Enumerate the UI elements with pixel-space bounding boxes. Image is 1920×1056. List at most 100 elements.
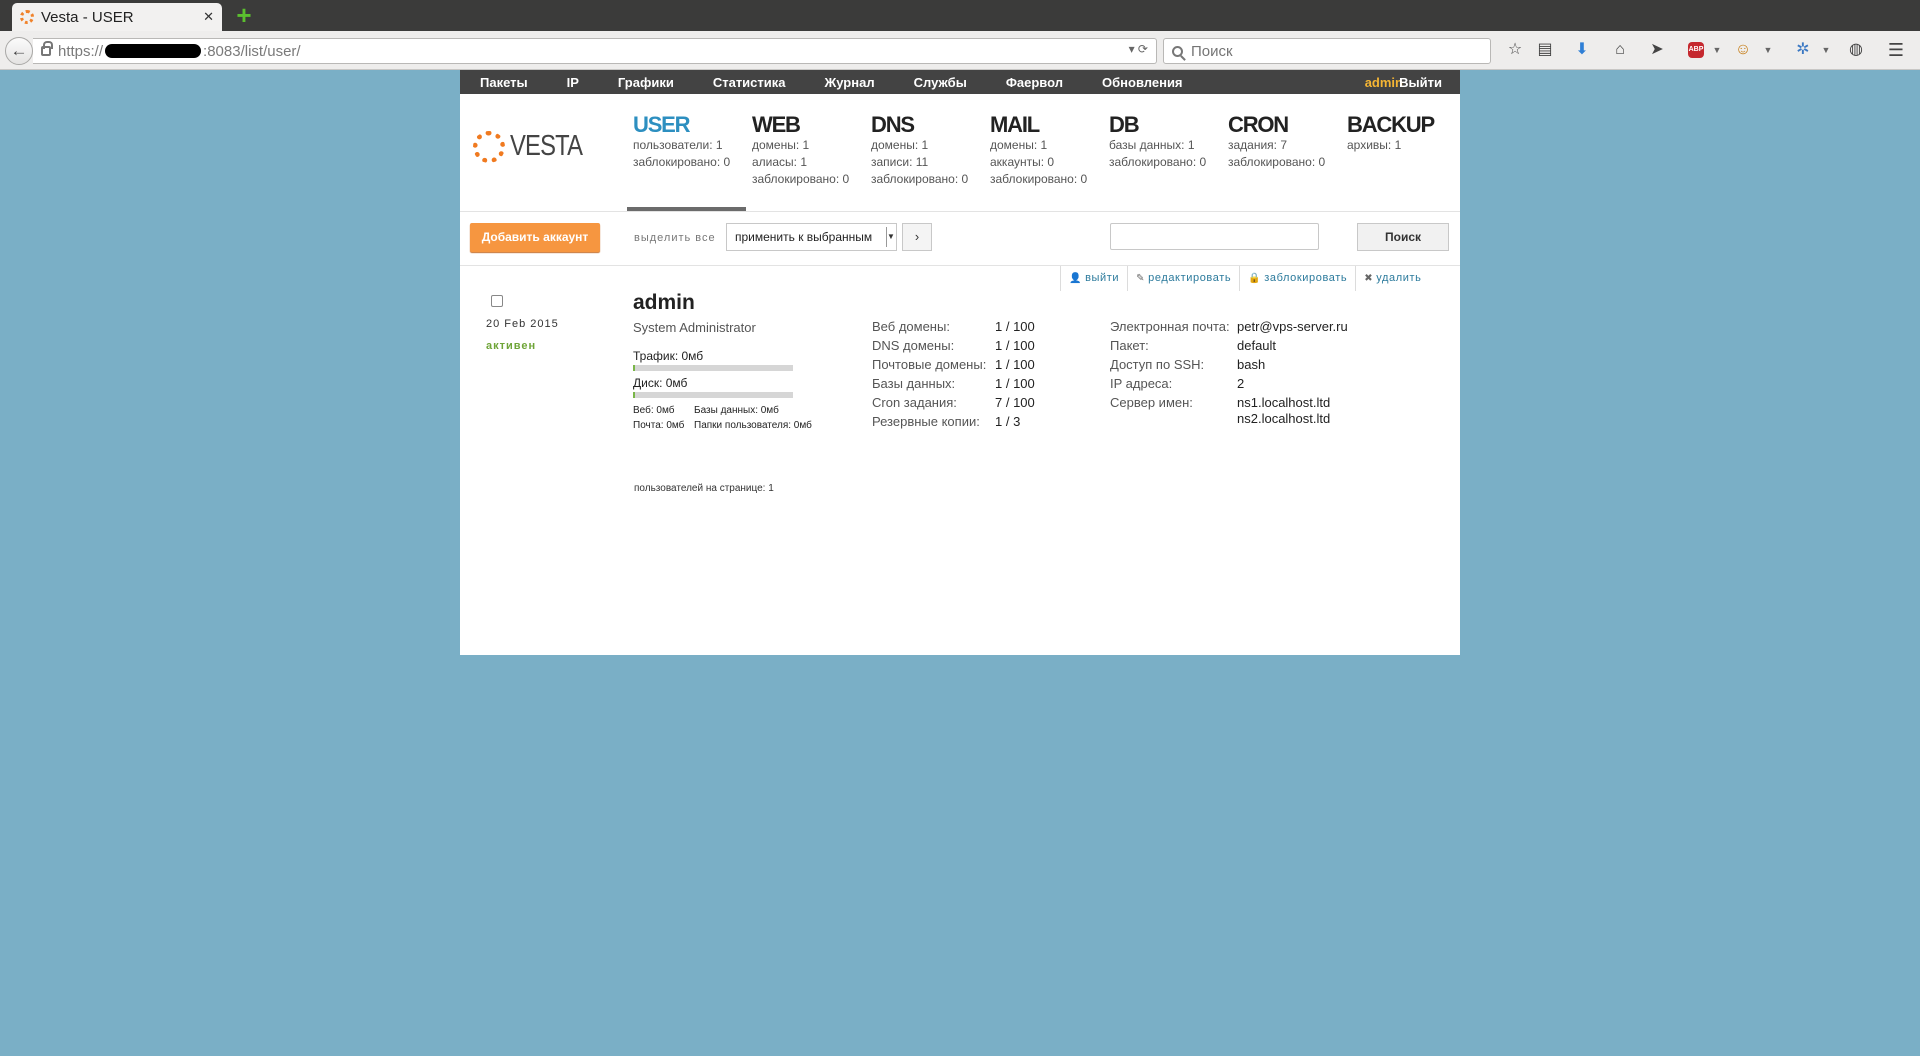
- action-label: заблокировать: [1264, 272, 1348, 284]
- tab-stat: домены: 1: [990, 138, 1048, 152]
- search-button[interactable]: Поиск: [1357, 223, 1449, 251]
- info-value: ns2.localhost.ltd: [1237, 411, 1331, 426]
- tab-title: Vesta - USER: [41, 8, 134, 26]
- search-input[interactable]: [1110, 223, 1319, 250]
- info-value: 2: [1237, 376, 1245, 391]
- info-label: Сервер имен:: [1110, 395, 1193, 410]
- chevron-down-icon[interactable]: ▼: [1763, 39, 1773, 61]
- info-label: Доступ по SSH:: [1110, 357, 1205, 372]
- tab-cron[interactable]: CRON задания: 7 заблокировано: 0: [1228, 112, 1325, 171]
- adblock-icon[interactable]: ABP: [1688, 42, 1704, 58]
- apply-button[interactable]: ›: [902, 223, 932, 251]
- tab-stat: заблокировано: 0: [871, 172, 969, 186]
- tab-stat: задания: 7: [1228, 138, 1288, 152]
- emoji-icon[interactable]: ☺: [1733, 39, 1753, 61]
- reload-icon[interactable]: ▾ ⟳: [1129, 42, 1148, 56]
- stat-label: Базы данных:: [872, 376, 956, 391]
- chevron-down-icon[interactable]: ▼: [1712, 39, 1722, 61]
- info-value: bash: [1237, 357, 1266, 372]
- stat-value: 1 / 100: [995, 357, 1035, 372]
- downloads-icon[interactable]: ⬇: [1572, 39, 1592, 61]
- menu-services[interactable]: Службы: [914, 75, 967, 90]
- row-checkbox[interactable]: [491, 295, 503, 307]
- search-icon: [1172, 45, 1183, 57]
- menu-updates[interactable]: Обновления: [1102, 75, 1183, 90]
- tab-dns[interactable]: DNS домены: 1 записи: 11 заблокировано: …: [871, 112, 968, 188]
- stat-label: DNS домены:: [872, 338, 955, 353]
- menu-icon[interactable]: ☰: [1885, 39, 1907, 61]
- back-arrow-icon[interactable]: ←: [5, 37, 33, 65]
- tab-stat: заблокировано: 0: [1228, 155, 1326, 169]
- current-user-link[interactable]: admin: [1365, 75, 1403, 90]
- browser-tabstrip: Vesta - USER ✕ +: [0, 0, 1920, 31]
- browser-navbar: ← https:// :8083/list/user/ ▾ ⟳ Поиск ☆ …: [0, 31, 1920, 70]
- reading-list-icon[interactable]: ▤: [1535, 39, 1555, 61]
- bookmark-star-icon[interactable]: ☆: [1505, 39, 1525, 61]
- menu-packages[interactable]: Пакеты: [480, 75, 528, 90]
- chevron-down-icon[interactable]: ▼: [1821, 39, 1831, 61]
- new-tab-plus-icon[interactable]: +: [233, 2, 255, 28]
- tab-user[interactable]: USER пользователи: 1 заблокировано: 0: [633, 112, 730, 171]
- top-menu: Пакеты IP Графики Статистика Журнал Служ…: [460, 70, 1460, 94]
- tab-db[interactable]: DB базы данных: 1 заблокировано: 0: [1109, 112, 1206, 171]
- tab-stat: базы данных: 1: [1109, 138, 1195, 152]
- list-toolbar: Добавить аккаунт выделить все применить …: [460, 212, 1460, 265]
- logout-link[interactable]: Выйти: [1399, 75, 1442, 90]
- tab-stat: записи: 11: [871, 155, 929, 169]
- tab-stat: домены: 1: [871, 138, 929, 152]
- action-label: редактировать: [1148, 272, 1232, 284]
- bulk-action-value: применить к выбранным: [735, 230, 873, 244]
- tab-title: USER: [633, 112, 691, 137]
- extension-icon[interactable]: ✲: [1793, 39, 1813, 61]
- logo-text: VESTA: [510, 130, 583, 162]
- disk-meter-fill: [633, 392, 635, 398]
- browser-tab[interactable]: Vesta - USER ✕: [12, 3, 222, 31]
- db-usage: Базы данных: 0мб: [694, 405, 779, 416]
- traffic-meter: [633, 365, 793, 371]
- menu-log[interactable]: Журнал: [825, 75, 875, 90]
- stat-label: Cron задания:: [872, 395, 957, 410]
- vesta-panel: Пакеты IP Графики Статистика Журнал Служ…: [460, 70, 1460, 655]
- tab-title: MAIL: [990, 112, 1040, 137]
- info-value: ns1.localhost.ltd: [1237, 395, 1331, 410]
- tab-stat: заблокировано: 0: [990, 172, 1088, 186]
- tab-web[interactable]: WEB домены: 1 алиасы: 1 заблокировано: 0: [752, 112, 849, 188]
- tab-stat: пользователи: 1: [633, 138, 723, 152]
- login-as-user-action[interactable]: 👤 выйти: [1060, 266, 1127, 291]
- select-all-link[interactable]: выделить все: [634, 232, 716, 244]
- per-page-count: пользователей на странице: 1: [634, 483, 774, 494]
- tab-title: DB: [1109, 112, 1140, 137]
- menu-statistics[interactable]: Статистика: [713, 75, 786, 90]
- vesta-logo[interactable]: VESTA: [473, 130, 598, 163]
- tab-title: CRON: [1228, 112, 1289, 137]
- close-icon: ✖: [1364, 273, 1374, 284]
- delete-user-action[interactable]: ✖ удалить: [1355, 266, 1429, 291]
- address-bar[interactable]: https:// :8083/list/user/ ▾ ⟳: [33, 38, 1157, 64]
- close-tab-icon[interactable]: ✕: [203, 9, 214, 25]
- info-value: default: [1237, 338, 1277, 353]
- menu-graphs[interactable]: Графики: [618, 75, 674, 90]
- menu-firewall[interactable]: Фаервол: [1006, 75, 1063, 90]
- chat-icon[interactable]: ◍: [1846, 39, 1866, 61]
- suspend-user-action[interactable]: 🔒 заблокировать: [1239, 266, 1355, 291]
- url-path: :8083/list/user/: [203, 42, 301, 60]
- edit-user-action[interactable]: ✎ редактировать: [1127, 266, 1239, 291]
- info-label: Электронная почта:: [1110, 319, 1230, 334]
- disk-label: Диск: 0мб: [633, 376, 688, 390]
- stat-value: 1 / 100: [995, 376, 1035, 391]
- user-name: admin: [633, 291, 695, 314]
- lock-icon: [41, 41, 53, 56]
- add-account-button[interactable]: Добавить аккаунт: [470, 223, 600, 252]
- chevron-down-icon: ▼: [886, 227, 895, 247]
- menu-ip[interactable]: IP: [567, 75, 579, 90]
- vesta-favicon-icon: [20, 10, 34, 24]
- tab-mail[interactable]: MAIL домены: 1 аккаунты: 0 заблокировано…: [990, 112, 1087, 188]
- home-icon[interactable]: ⌂: [1610, 39, 1630, 61]
- user-full-name: System Administrator: [633, 320, 756, 335]
- browser-search-input[interactable]: Поиск: [1163, 38, 1491, 64]
- bulk-action-select[interactable]: применить к выбранным ▼: [726, 223, 897, 251]
- send-icon[interactable]: ➤: [1647, 39, 1667, 61]
- stat-value: 1 / 3: [995, 414, 1021, 429]
- tab-stat: домены: 1: [752, 138, 810, 152]
- tab-backup[interactable]: BACKUP архивы: 1: [1347, 112, 1435, 154]
